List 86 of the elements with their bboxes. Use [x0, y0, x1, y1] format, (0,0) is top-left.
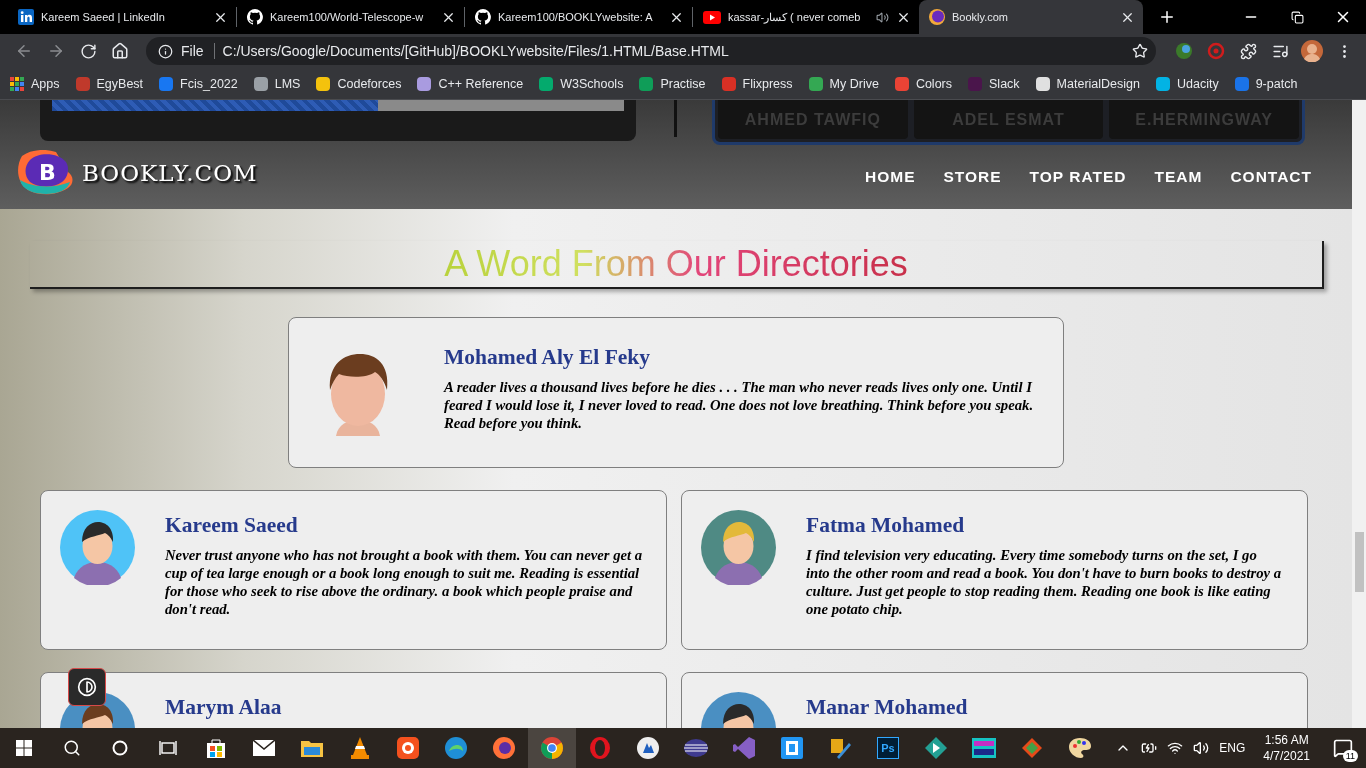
bookmark[interactable]: C++ Reference: [417, 76, 524, 91]
square-logo-icon: [18, 9, 34, 25]
puzzle-icon[interactable]: [1239, 42, 1257, 60]
nav-link[interactable]: HOME: [864, 168, 916, 186]
globe-icon[interactable]: [1175, 42, 1193, 60]
circle-icon: [112, 740, 128, 756]
striped-circle-icon: [684, 737, 708, 759]
bookmark[interactable]: W3Schools: [539, 76, 624, 91]
site-name: BOOKLY.COM: [82, 160, 258, 186]
person-name: Fatma Mohamed: [806, 513, 966, 538]
bookmark[interactable]: My Drive: [808, 76, 879, 91]
fox-icon: [493, 737, 515, 759]
address-bar[interactable]: File C:/Users/Google/Documents/[GitHub]/BOOKLYwebsite/Files/1.HTML/Base.HTML: [146, 37, 1156, 65]
shopping-bag-icon: [205, 737, 227, 759]
tile-icon: [972, 738, 996, 758]
palette-icon: [1069, 738, 1091, 758]
task-view-icon: [159, 740, 177, 756]
bookmark[interactable]: Apps: [10, 76, 60, 91]
browser-tab[interactable]: Kareem100/BOOKLYwebsite: A: [465, 0, 692, 34]
bookmark[interactable]: LMS: [253, 76, 301, 91]
folder-icon: [301, 739, 323, 757]
cone-icon: [350, 737, 370, 759]
ribbon-icon: [733, 737, 755, 759]
diamond-icon: [1021, 737, 1043, 759]
notification-count: 11: [1342, 750, 1358, 762]
profile-avatar[interactable]: [1301, 40, 1323, 62]
person-name: Mohamed Aly El Feky: [444, 345, 652, 370]
theme-toggle-button[interactable]: [68, 668, 106, 706]
bookmark[interactable]: Slack: [968, 76, 1020, 91]
volume-icon[interactable]: [1193, 740, 1210, 756]
bookmark[interactable]: Udacity: [1155, 76, 1219, 91]
wifi-icon[interactable]: [1167, 740, 1184, 756]
bookmark[interactable]: Flixpress: [721, 76, 793, 91]
windows-icon: [16, 740, 32, 756]
bookmark[interactable]: EgyBest: [75, 76, 144, 91]
language-indicator[interactable]: ENG: [1219, 741, 1246, 755]
quote-text: A reader lives a thousand lives before he dies . . . The man who never reads lives only one. Until I feared I would lose it, I never loved to read. One does not love breathing. Think before you speak. Read before you think.: [444, 378, 1035, 432]
bookmark[interactable]: Practise: [639, 76, 706, 91]
logo-icon: B: [16, 150, 74, 196]
person-name: Marym Alaa: [165, 695, 282, 720]
cat-logo-icon: [475, 9, 491, 25]
diamond-icon: [925, 737, 947, 759]
browser-tab[interactable]: Kareem100/World-Telescope-w: [237, 0, 464, 34]
ps-icon: Ps: [877, 737, 899, 759]
wave-icon: [445, 737, 467, 759]
bookmark[interactable]: MaterialDesign: [1035, 76, 1140, 91]
quote-text: Never trust anyone who has not brought a book with them. You can never get a cup of tea large enough or a book long enough to suit me. Reading is essential for those who seek to rise above the ordinary. a book which people praise and don't read.: [165, 546, 643, 618]
taskbar-app[interactable]: Ps: [864, 728, 912, 768]
browser-tab[interactable]: kassar-كسار ( never comeb: [693, 0, 919, 34]
person-name: Kareem Saeed: [165, 513, 299, 538]
tools-icon: [829, 737, 851, 759]
url-text: C:/Users/Google/Documents/[GitHub]/BOOKLYwebsite/Files/1.HTML/Base.HTML: [222, 43, 730, 59]
cat-logo-icon: [247, 9, 263, 25]
browser-tab[interactable]: Bookly.com: [919, 0, 1143, 34]
restore-icon[interactable]: [1290, 10, 1304, 24]
browser-tab[interactable]: Kareem Saeed | LinkedIn: [8, 0, 236, 34]
clock[interactable]: 1:56 AM 4/7/2021: [1263, 732, 1310, 764]
star-icon[interactable]: [1132, 43, 1148, 59]
envelope-icon: [253, 740, 275, 756]
nav-link[interactable]: TEAM: [1154, 168, 1203, 186]
bookmark[interactable]: Codeforces: [316, 76, 402, 91]
quote-text: I find television very educating. Every time somebody turns on the set, I go into the other room and read a book. You don't have to burn books to destroy a culture. Just get people to stop reading them. Reading one book is like eating one potato chip.: [806, 546, 1283, 618]
notification-button[interactable]: 11: [1328, 733, 1358, 763]
battery-icon[interactable]: [1141, 740, 1158, 756]
bookmark[interactable]: Colors: [894, 76, 952, 91]
b-logo-icon: [929, 9, 945, 25]
home-icon[interactable]: [111, 42, 129, 60]
contrast-icon: [77, 677, 97, 697]
nav-link[interactable]: TOP RATED: [1029, 168, 1127, 186]
ring-icon: [589, 737, 611, 759]
frame-icon: [781, 737, 803, 759]
bookmark[interactable]: 9-patch: [1234, 76, 1298, 91]
info-icon: [158, 43, 173, 59]
bookmark[interactable]: Fcis_2022: [159, 76, 238, 91]
person-name: Manar Mohamed: [806, 695, 968, 720]
nav-link[interactable]: CONTACT: [1230, 168, 1312, 186]
nav-link[interactable]: STORE: [943, 168, 1002, 186]
play-icon: [703, 10, 721, 24]
record-icon: [397, 737, 419, 759]
reload-icon[interactable]: [79, 42, 97, 60]
search-icon: [63, 739, 81, 757]
new-tab-icon[interactable]: [1158, 8, 1176, 26]
back-icon[interactable]: [15, 42, 33, 60]
forward-icon[interactable]: [47, 42, 65, 60]
browser-icon: [541, 737, 563, 759]
scheme-label: File: [181, 43, 215, 59]
